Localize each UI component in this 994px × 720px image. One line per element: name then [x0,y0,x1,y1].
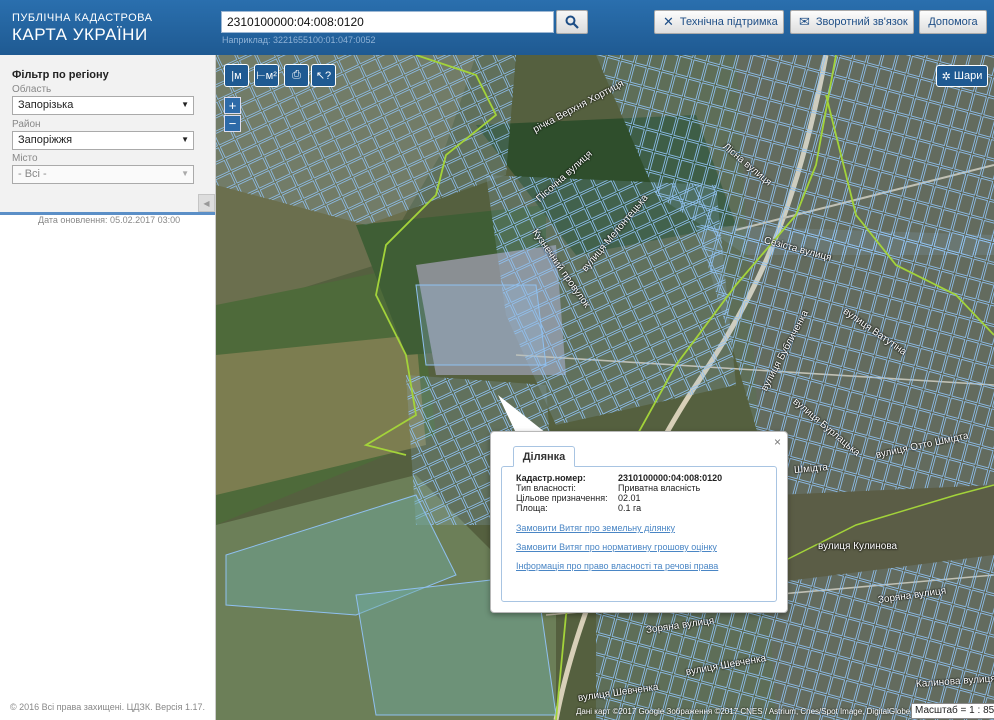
cadastral-search-input[interactable]: 2310100000:04:008:0120 [221,11,554,33]
zoom-in-button[interactable]: + [224,97,241,114]
chevron-left-icon: ◀ [203,198,210,208]
measure-area-button[interactable]: ⊢м² [254,64,279,87]
layers-button[interactable]: ✲ Шари [936,65,988,87]
chevron-down-icon: ▼ [181,135,189,144]
envelope-icon: ✉ [799,14,810,29]
parcel-popup: × Ділянка Кадастр.номер: 2310100000:04:0… [490,431,788,613]
map-attribution[interactable]: Дані карт ©2017 Google Зображення ©2017 … [576,707,910,716]
identify-icon: ↖? [315,70,332,82]
measure-length-button[interactable]: |м [224,64,249,87]
parcel-key: Тип власності: [516,483,576,493]
help-button[interactable]: Допомога [919,10,987,34]
tools-icon: ✕ [663,14,674,29]
gear-icon: ✲ [941,70,951,83]
update-date: Дата оновлення: 05.02.2017 03:00 [38,215,181,225]
help-label: Допомога [928,16,978,28]
city-value: - Всі - [18,168,47,180]
region-filter-panel: Фільтр по регіону Область Запорізька ▼ Р… [0,55,215,215]
measure-area-icon: ⊢м² [256,70,277,82]
tab-parcel[interactable]: Ділянка [513,446,575,467]
ownership-info-link[interactable]: Інформація про право власності та речові… [516,561,718,571]
copyright: © 2016 Всі права захищені. ЦДЗК. Версія … [10,702,206,712]
header: ПУБЛІЧНА КАДАСТРОВА КАРТА УКРАЇНИ 231010… [0,0,994,55]
parcel-key: Площа: [516,503,548,513]
order-land-extract-link[interactable]: Замовити Витяг про земельну ділянку [516,523,675,533]
region-label: Область [12,84,52,95]
district-value: Запоріжжя [18,134,73,146]
parcel-value: 02.01 [618,493,641,503]
parcel-key: Кадастр.номер: [516,473,586,483]
logo-line1: ПУБЛІЧНА КАДАСТРОВА [12,12,153,24]
identify-button[interactable]: ↖? [311,64,336,87]
map-canvas[interactable]: |м ⊢м² ⎙ ↖? + − ✲ Шари річка Верхня Хорт… [216,55,994,720]
satellite-imagery [216,55,994,720]
district-select[interactable]: Запоріжжя ▼ [12,131,194,150]
close-icon[interactable]: × [774,435,781,449]
layers-label: Шари [953,70,983,82]
chevron-down-icon: ▼ [181,100,189,109]
tech-support-label: Технічна підтримка [679,16,778,28]
parcel-key: Цільове призначення: [516,493,608,503]
filter-title: Фільтр по регіону [12,69,109,81]
district-label: Район [12,119,41,130]
order-valuation-extract-link[interactable]: Замовити Витяг про нормативну грошову оц… [516,542,717,552]
feedback-button[interactable]: ✉ Зворотний зв'язок [790,10,914,34]
parcel-info-panel: Кадастр.номер: 2310100000:04:008:0120 Ти… [501,466,777,602]
tech-support-button[interactable]: ✕ Технічна підтримка [654,10,784,34]
search-icon [565,15,579,29]
parcel-value: Приватна власність [618,483,701,493]
search-button[interactable] [556,10,588,34]
feedback-label: Зворотний зв'язок [815,16,908,28]
chevron-down-icon: ▼ [181,169,189,178]
region-select[interactable]: Запорізька ▼ [12,96,194,115]
street-label: вулиця Кулинова [818,541,898,552]
print-button[interactable]: ⎙ [284,64,309,87]
logo-line2: КАРТА УКРАЇНИ [12,25,148,44]
zoom-out-button[interactable]: − [224,115,241,132]
parcel-value: 0.1 га [618,503,642,513]
region-value: Запорізька [18,99,74,111]
city-select[interactable]: - Всі - ▼ [12,165,194,184]
collapse-sidebar-button[interactable]: ◀ [198,194,215,212]
print-icon: ⎙ [292,69,301,81]
map-scale: Масштаб = 1 : 8531 [911,703,994,719]
search-hint: Наприклад: 3221655100:01:047:0052 [222,35,376,45]
measure-length-icon: |м [231,69,242,82]
site-logo[interactable]: ПУБЛІЧНА КАДАСТРОВА КАРТА УКРАЇНИ [12,12,152,45]
parcel-value: 2310100000:04:008:0120 [618,473,723,483]
city-label: Місто [12,153,38,164]
sidebar: Фільтр по регіону Область Запорізька ▼ Р… [0,55,216,720]
